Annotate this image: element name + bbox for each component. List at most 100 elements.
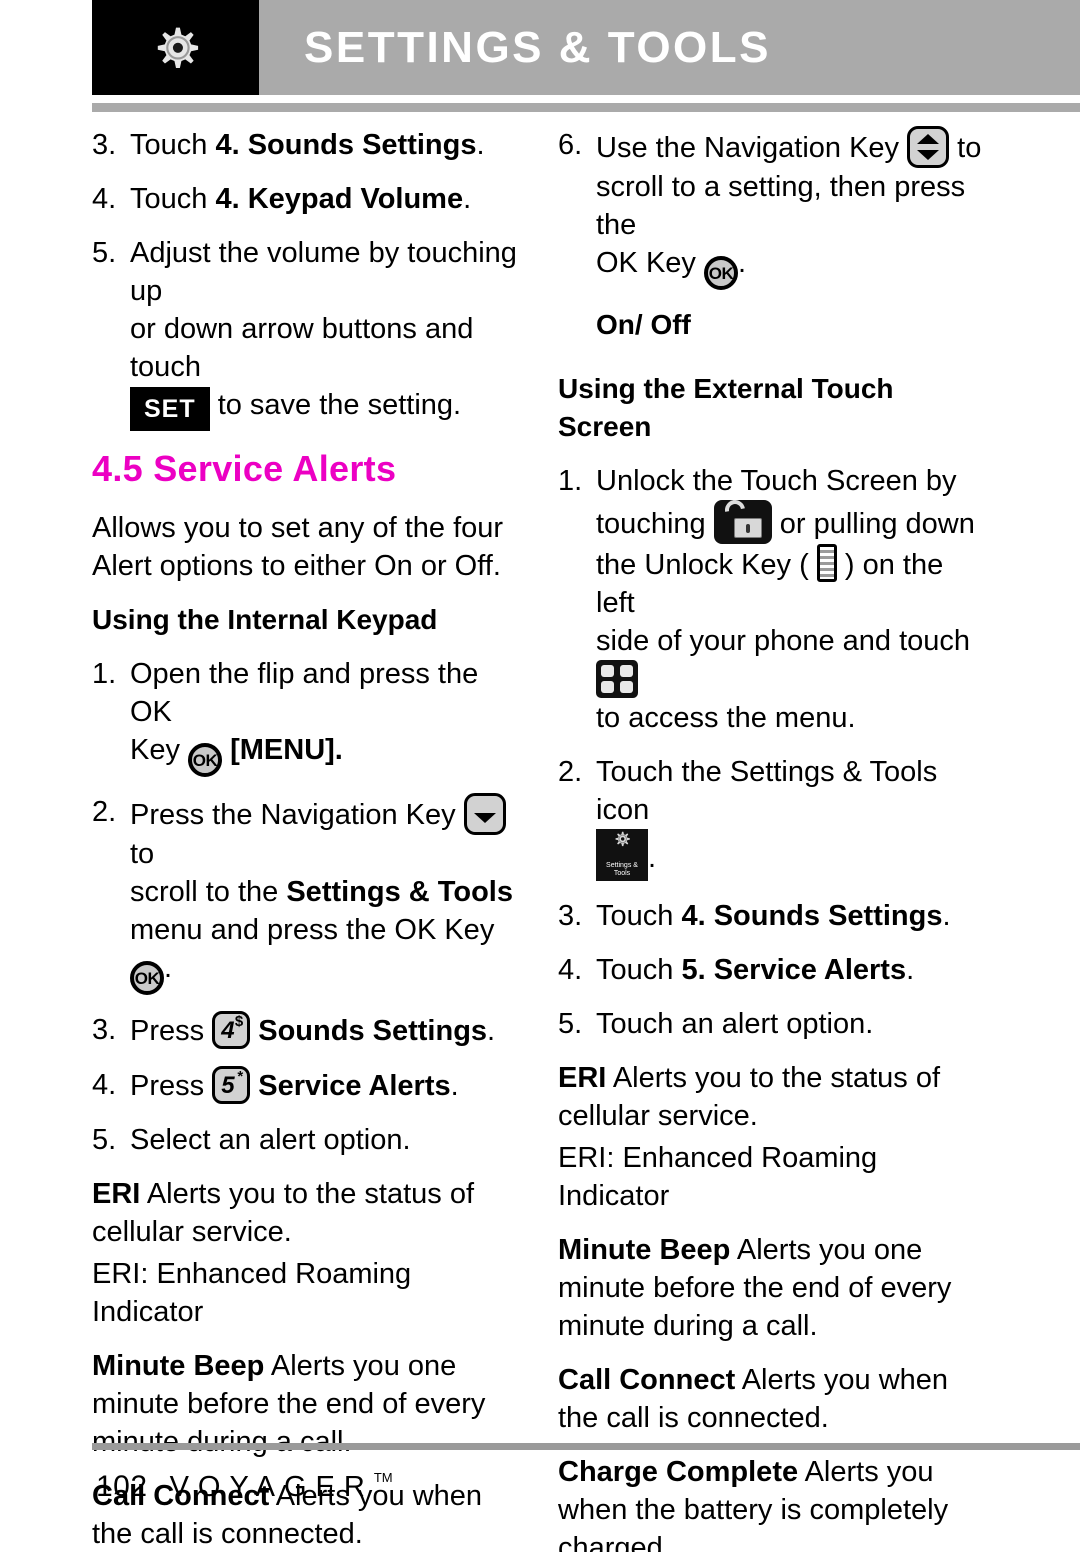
step-line-4-pre: side of your phone and touch (596, 625, 971, 657)
step-text-pre: Touch (130, 129, 216, 161)
trademark-symbol: TM (373, 1470, 393, 1485)
step-text-post: . (487, 1015, 496, 1047)
list-number: 1. (92, 658, 117, 690)
list-item: 2. Press the Navigation Key to scroll to … (92, 793, 522, 995)
definition-term: Call Connect (558, 1364, 736, 1396)
keypad-key-4-icon: 4 $ (212, 1011, 251, 1049)
page-title: SETTINGS & TOOLS (304, 22, 772, 72)
step-line-3-pre: menu and press the OK Key (130, 914, 495, 946)
list-number: 3. (92, 129, 117, 161)
list-item: 5. Touch an alert option. (558, 1005, 988, 1043)
key-superscript: * (237, 1068, 244, 1085)
list-item: 4. Touch 5. Service Alerts. (558, 951, 988, 989)
step-line-2: scroll to a setting, then press the (596, 171, 966, 241)
step-line-5: to access the menu. (596, 702, 856, 734)
definition-term: Charge Complete (558, 1456, 799, 1488)
step-text-post: . (463, 183, 472, 215)
gear-icon (157, 27, 198, 68)
section-heading: 4.5 Service Alerts (92, 448, 397, 489)
header-separator-rule (92, 103, 1080, 112)
left-column: 3. Touch 4. Sounds Settings. 4. Touch 4. K… (92, 126, 522, 1552)
step-text-bold: 5. Service Alerts (681, 954, 907, 986)
step-line-3-post: . (164, 952, 173, 984)
step-line-2-post: or pulling down (771, 508, 975, 540)
list-number: 2. (92, 796, 117, 828)
list-item: 3. Touch 4. Sounds Settings. (558, 897, 988, 935)
set-button-icon: SET (130, 387, 210, 431)
definition-eri: ERI Alerts you to the status of cellular… (92, 1175, 522, 1251)
definition-term: ERI (558, 1062, 607, 1094)
page-header: SETTINGS & TOOLS (92, 0, 1080, 95)
step-line-2-post: [MENU]. (230, 734, 343, 766)
list-number: 4. (558, 954, 583, 986)
step-line-3-post: . (738, 247, 747, 279)
step-line-2-bold: Settings & Tools (286, 876, 513, 908)
step-text-bold: 4. Sounds Settings (681, 900, 943, 932)
definition-minute-beep: Minute Beep Alerts you one minute before… (558, 1231, 988, 1345)
step-text: Select an alert option. (130, 1124, 411, 1156)
definition-call-connect: Call Connect Alerts you when the call is… (558, 1361, 988, 1437)
list-item: 6. Use the Navigation Key to scroll to a … (558, 126, 988, 290)
list-item: 3. Touch 4. Sounds Settings. (92, 126, 522, 164)
definition-term: Minute Beep (558, 1234, 731, 1266)
list-number: 3. (92, 1014, 117, 1046)
step-line-2-pre: scroll to the (130, 876, 287, 908)
definition-desc: Alerts you to the status of cellular ser… (558, 1062, 941, 1132)
definition-eri-note: ERI: Enhanced Roaming Indicator (92, 1258, 412, 1328)
page-footer: 102 VOYAGERTM (96, 1470, 393, 1504)
step-text-post: to (130, 838, 155, 870)
step-line-3: to save the setting. (217, 389, 462, 421)
onoff-label-top: On/ Off (596, 309, 691, 340)
footer-separator-rule (92, 1443, 1080, 1450)
nav-updown-key-icon (907, 126, 950, 168)
definition-charge-complete: Charge Complete Alerts you when the batt… (558, 1453, 988, 1552)
list-number: 6. (558, 129, 583, 161)
app-icon-label-line2: Tools (613, 870, 631, 877)
list-item: 5. Adjust the volume by touching up or do… (92, 234, 522, 431)
list-number: 4. (92, 1069, 117, 1101)
header-icon-box (92, 0, 259, 95)
list-item: 2. Touch the Settings & Tools icon Settin… (558, 753, 988, 881)
step-line-2-pre: touching (596, 508, 714, 540)
step-text-pre: Touch (130, 183, 216, 215)
step-line-1: Touch the Settings & Tools icon (596, 756, 938, 826)
page-number: 102 (96, 1470, 148, 1503)
list-item: 1. Open the flip and press the OK Key OK … (92, 655, 522, 777)
definition-term: ERI (92, 1178, 141, 1210)
step-text-bold: 4. Sounds Settings (215, 129, 477, 161)
list-item: 4. Press 5 * Service Alerts. (92, 1066, 522, 1105)
nav-down-key-icon (463, 793, 506, 835)
ok-key-icon: OK (188, 743, 223, 777)
step-line-1: Open the flip and press the OK (130, 658, 479, 728)
step-line-1: Unlock the Touch Screen by (596, 465, 957, 497)
section-intro: Allows you to set any of the four Alert … (92, 512, 504, 582)
subheading-external-touch-screen: Using the External Touch Screen (558, 373, 894, 442)
step-text-pre: Use the Navigation Key (596, 132, 908, 164)
step-text-pre: Press the Navigation Key (130, 799, 464, 831)
step-line-2: or down arrow buttons and touch (130, 313, 474, 383)
list-item: 3. Press 4 $ Sounds Settings. (92, 1011, 522, 1050)
settings-tools-app-icon: Settings & Tools (596, 829, 648, 881)
list-item: 1. Unlock the Touch Screen by touching or… (558, 462, 988, 737)
brand-name: VOYAGER (169, 1471, 374, 1503)
definition-term: Minute Beep (92, 1350, 265, 1382)
key-superscript: $ (234, 1013, 244, 1030)
ok-key-icon: OK (704, 256, 738, 290)
step-text-bold: 4. Keypad Volume (215, 183, 464, 215)
step-text-pre: Press (130, 1070, 213, 1102)
list-number: 5. (92, 237, 117, 269)
right-column: 6. Use the Navigation Key to scroll to a … (558, 126, 988, 1552)
menu-grid-icon (596, 660, 638, 698)
definition-desc: Alerts you to the status of cellular ser… (92, 1178, 475, 1248)
list-number: 2. (558, 756, 583, 788)
step-text-post: . (942, 900, 951, 932)
step-line-3-pre: the Unlock Key ( (596, 549, 817, 581)
step-text-pre: Press (130, 1015, 213, 1047)
app-icon-label: Settings & Tools (596, 862, 648, 878)
step-text-post: . (450, 1070, 459, 1102)
list-number: 5. (558, 1008, 583, 1040)
step-text-pre: Touch (596, 900, 682, 932)
step-text-post: . (906, 954, 915, 986)
step-text-post: . (476, 129, 485, 161)
key-digit: 4 (221, 1017, 235, 1044)
